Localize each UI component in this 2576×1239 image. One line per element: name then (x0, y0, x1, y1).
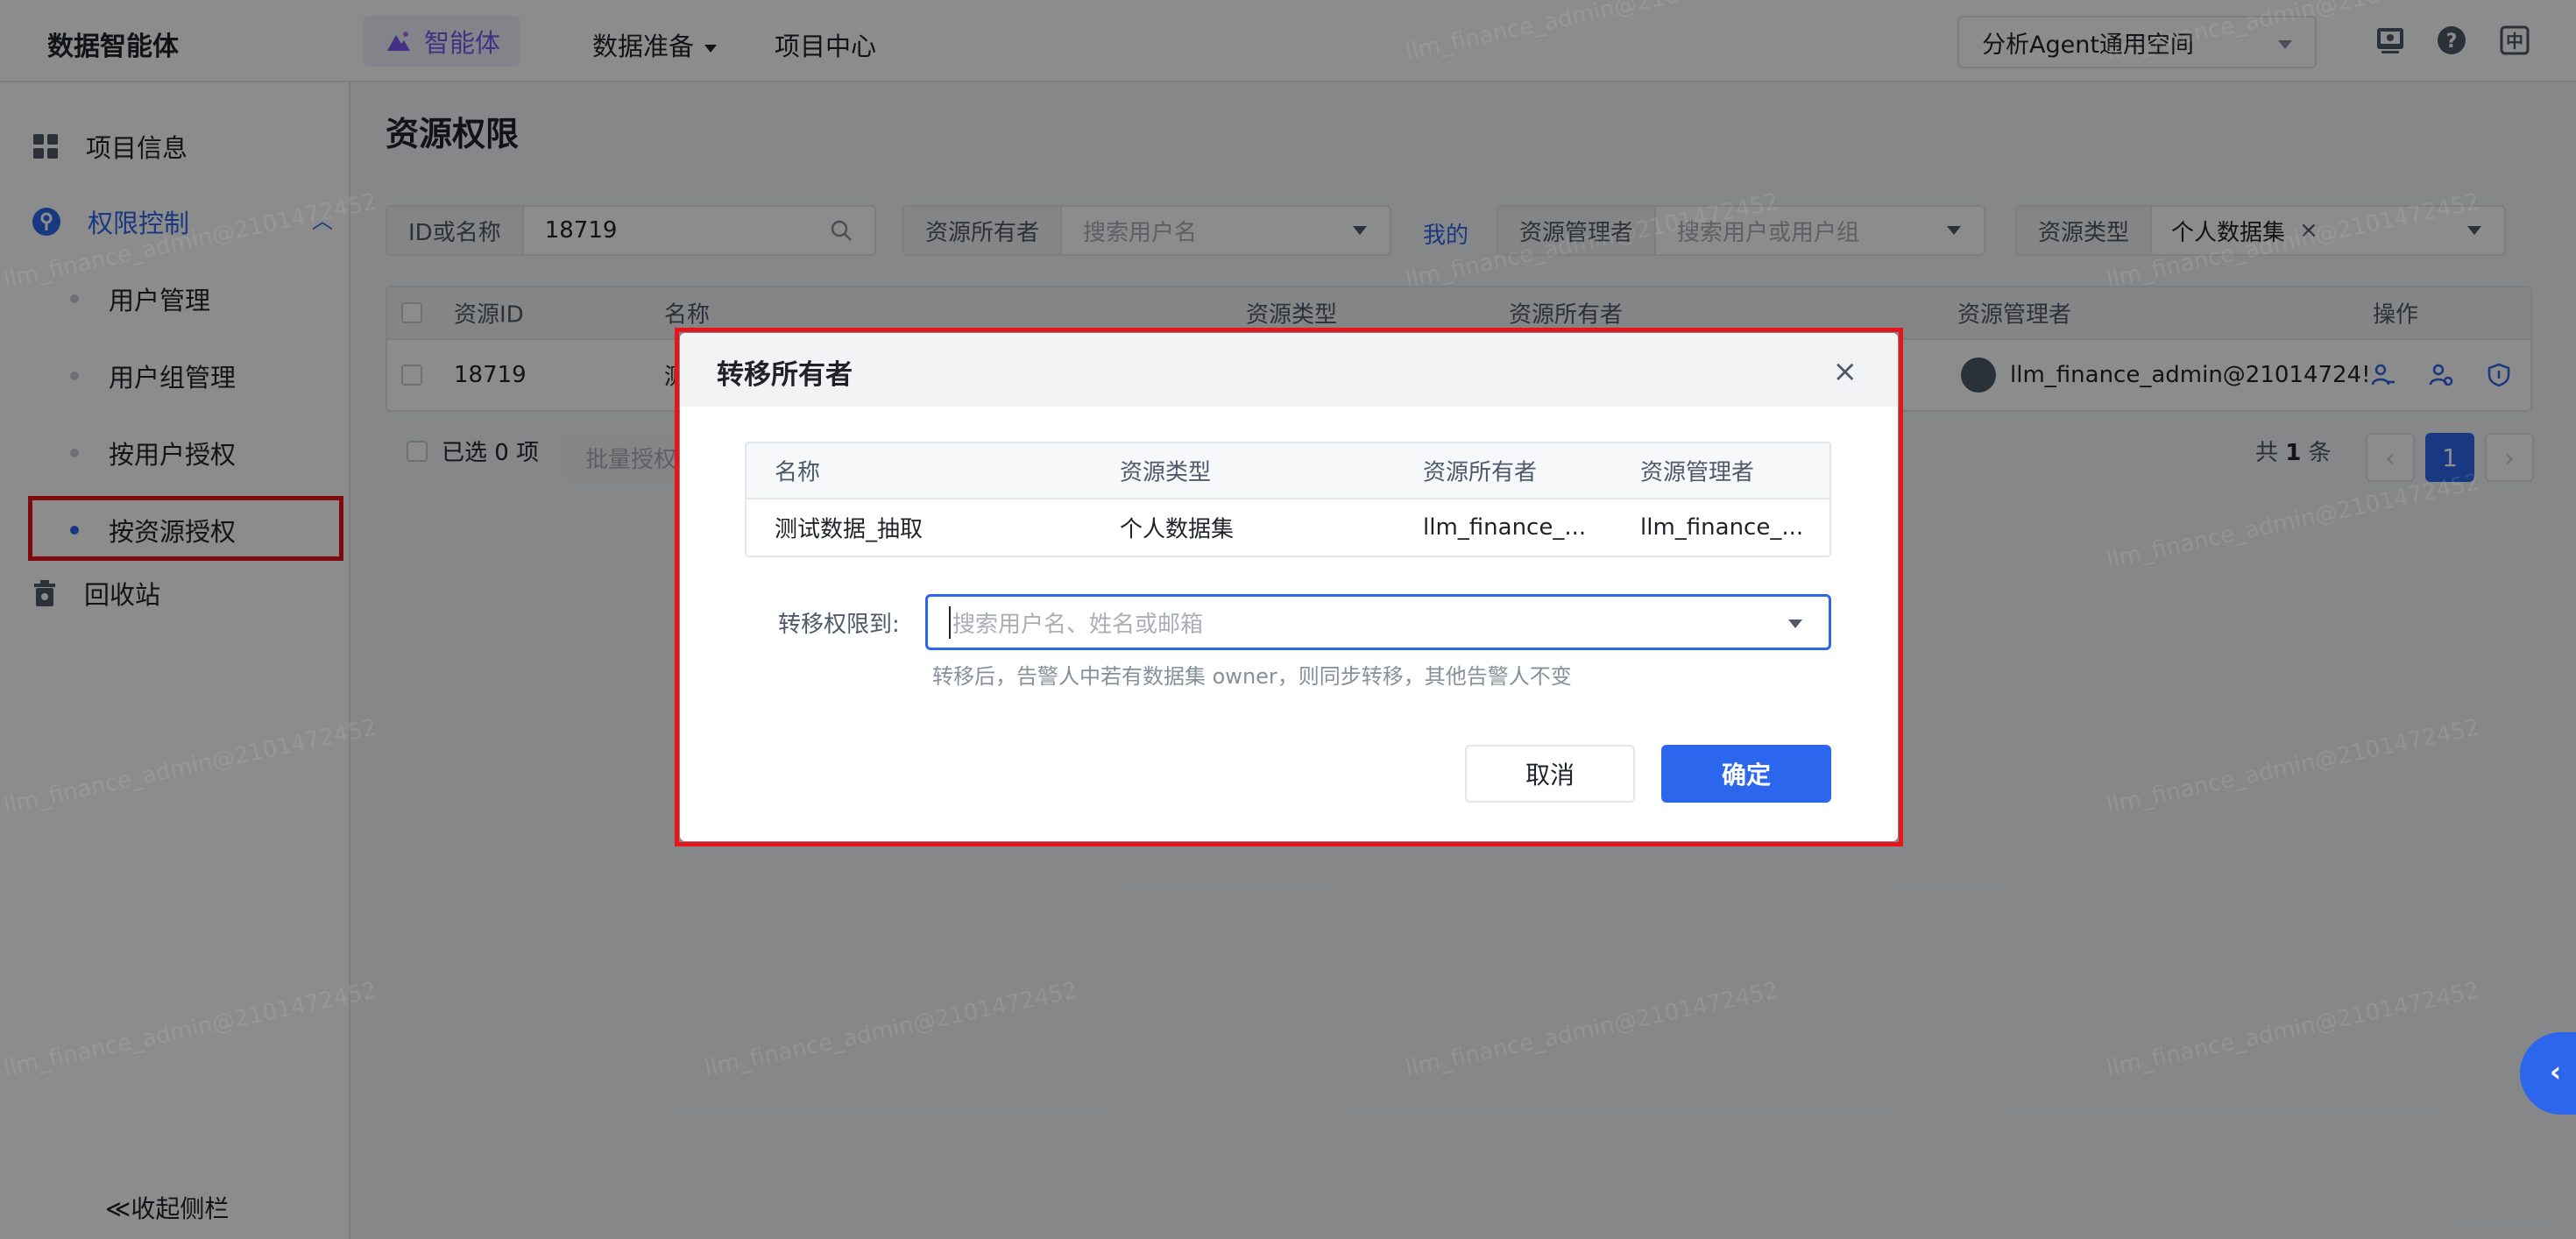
chevron-left-icon: ‹ (2550, 1055, 2562, 1088)
highlight-box-dialog (675, 328, 1903, 846)
